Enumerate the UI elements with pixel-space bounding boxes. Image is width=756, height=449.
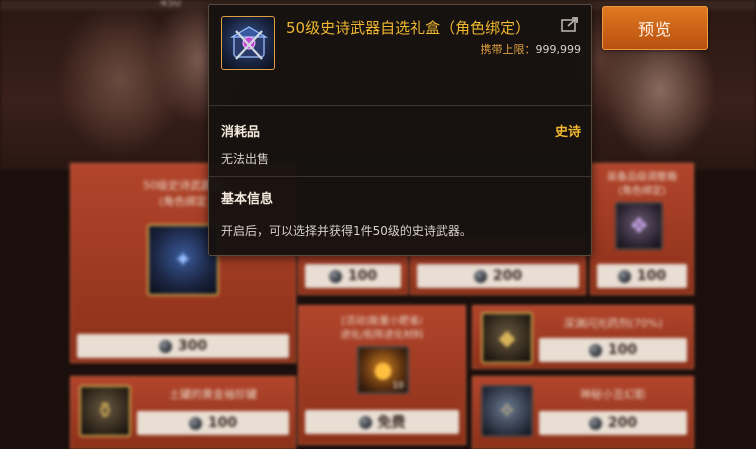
- price-tag[interactable]: 100: [597, 264, 687, 288]
- weapon-box-icon: [221, 16, 275, 70]
- shop-card-abyss-potion[interactable]: ◆ 深渊闪光药剂(70%) 100: [472, 305, 694, 369]
- shop-card-grade-box[interactable]: 装备品级调整箱 (角色绑定) ❖ 100: [590, 163, 694, 295]
- price-tag[interactable]: 100: [137, 411, 289, 435]
- shop-card-free-item[interactable]: [活动]能量小肥雀/ 进化/拓阵进化材料 ● 10 免费: [298, 305, 466, 445]
- price-tag[interactable]: 免费: [305, 410, 459, 434]
- price-value: 100: [347, 268, 378, 284]
- carry-limit-label: 携带上限：: [480, 43, 536, 56]
- item-name: 50级史诗武器自选礼盒（角色绑定）: [286, 19, 531, 37]
- card-title: 深渊闪光药剂(70%): [563, 317, 663, 330]
- preview-button[interactable]: 预览: [602, 6, 708, 50]
- coin-icon: [158, 339, 172, 353]
- coin-icon: [617, 269, 631, 283]
- sell-status: 无法出售: [221, 152, 270, 166]
- shop-card-clown-phantom[interactable]: ✧ 神秘小丑幻影 200: [472, 376, 694, 449]
- card-title: 土罐的黄金袖珍罐: [169, 388, 257, 401]
- coin-icon: [328, 269, 342, 283]
- basic-info-heading: 基本信息: [221, 192, 274, 207]
- price-value: 100: [207, 415, 238, 431]
- potion-glyph: ◆: [498, 325, 516, 351]
- card-title: [活动]能量小肥雀/: [341, 316, 423, 327]
- gold-jar-icon: ⚱: [79, 385, 131, 437]
- jar-glyph: ⚱: [95, 398, 115, 424]
- item-description: 开启后，可以选择并获得1件50级的史诗武器。: [221, 224, 472, 238]
- carry-limit-value: 999,999: [535, 43, 582, 56]
- price-value: 免费: [377, 415, 406, 431]
- item-tooltip: 50级史诗武器自选礼盒（角色绑定） 携带上限：999,999 消耗品 史诗 无法…: [208, 4, 592, 256]
- item-rarity: 史诗: [554, 125, 581, 140]
- item-category: 消耗品: [221, 125, 261, 140]
- price-value: 200: [607, 415, 638, 431]
- carry-limit: 携带上限：999,999: [481, 41, 582, 57]
- chest-glyph: ✦: [173, 247, 193, 273]
- currency-count: 450: [160, 0, 181, 9]
- divider: [209, 176, 591, 177]
- coin-icon: [358, 415, 372, 429]
- price-tag[interactable]: 200: [539, 411, 687, 435]
- price-value: 100: [607, 342, 638, 358]
- divider: [209, 105, 591, 106]
- clown-phantom-icon: ✧: [481, 385, 533, 437]
- coin-icon: [588, 416, 602, 430]
- card-subtitle: 进化/拓阵进化材料: [340, 330, 424, 341]
- coin-icon: [473, 269, 487, 283]
- price-value: 200: [492, 268, 523, 284]
- card-title: 神秘小丑幻影: [580, 388, 646, 401]
- egg-item-icon: ● 10: [357, 346, 409, 394]
- price-value: 300: [177, 338, 208, 354]
- price-tag[interactable]: 200: [417, 264, 579, 288]
- box-glyph: ❖: [629, 213, 649, 239]
- stack-count-badge: 10: [392, 381, 404, 391]
- price-tag[interactable]: 100: [539, 338, 687, 362]
- card-title: 装备品级调整箱: [607, 172, 677, 183]
- price-value: 100: [636, 268, 667, 284]
- price-tag[interactable]: 300: [77, 334, 289, 358]
- clown-glyph: ✧: [497, 398, 517, 424]
- price-tag[interactable]: 100: [305, 264, 401, 288]
- grade-box-icon: ❖: [615, 202, 663, 250]
- share-icon[interactable]: [561, 16, 581, 32]
- coin-icon: [188, 416, 202, 430]
- abyss-potion-icon: ◆: [481, 312, 533, 364]
- coin-icon: [588, 343, 602, 357]
- chest-icon-art: [229, 26, 269, 60]
- shop-card-gold-jar[interactable]: ⚱ 土罐的黄金袖珍罐 100: [70, 376, 296, 449]
- card-subtitle: (角色绑定): [618, 186, 666, 197]
